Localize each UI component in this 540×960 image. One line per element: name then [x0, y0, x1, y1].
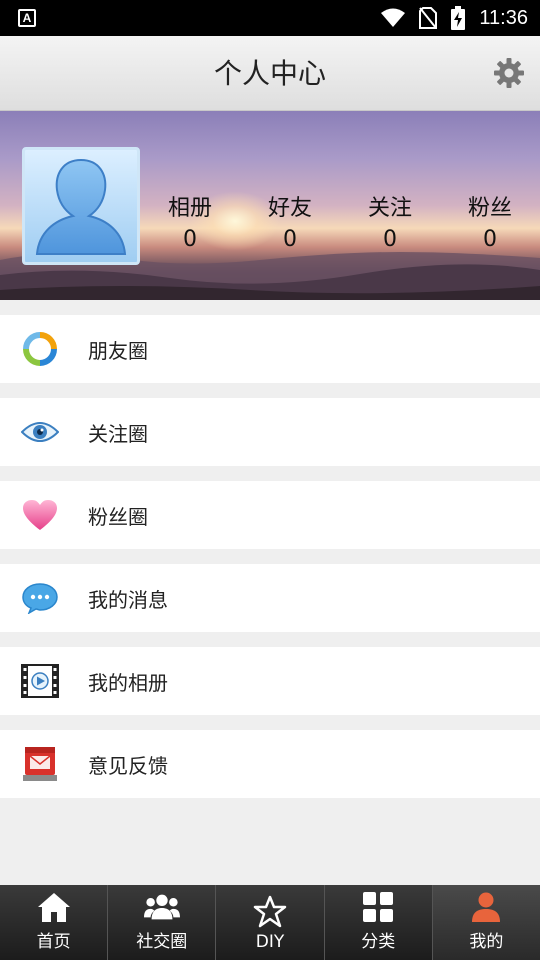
wifi-icon: [381, 8, 406, 27]
menu-label: 关注圈: [88, 421, 148, 446]
menu-label: 意见反馈: [88, 753, 168, 778]
menu-label: 粉丝圈: [88, 504, 148, 529]
stat-label: 相册: [167, 196, 212, 221]
heart-icon: [20, 495, 60, 535]
tab-label: 首页: [36, 932, 71, 952]
stat-label: 粉丝: [467, 196, 512, 221]
stat-value: 0: [483, 227, 497, 252]
status-left: A: [18, 9, 36, 27]
menu-item-my-messages[interactable]: 我的消息: [0, 564, 540, 632]
people-icon: [143, 889, 180, 925]
mailbox-icon: [20, 744, 60, 784]
stat-following[interactable]: 关注 0: [340, 193, 440, 263]
moments-ring-icon: [20, 329, 60, 369]
user-icon: [468, 889, 504, 925]
no-sim-icon: [419, 7, 438, 29]
status-bar: A 11:36: [0, 0, 540, 36]
bottom-tab-bar: 首页 社交圈 DIY 分类 我的: [0, 885, 540, 960]
stat-label: 关注: [367, 196, 412, 221]
stat-albums[interactable]: 相册 0: [140, 193, 240, 263]
app-header: 个人中心: [0, 36, 540, 111]
stat-value: 0: [283, 227, 297, 252]
stat-value: 0: [383, 227, 397, 252]
menu-label: 我的相册: [88, 670, 168, 695]
default-avatar-icon: [35, 158, 127, 255]
notification-badge: A: [18, 9, 36, 27]
tab-label: 社交圈: [136, 932, 188, 952]
tab-home[interactable]: 首页: [0, 885, 109, 960]
stat-label: 好友: [267, 196, 312, 221]
menu-list: 朋友圈 关注圈 粉丝圈 我的消息 我的相册 意见反馈: [0, 315, 540, 813]
profile-banner: 相册 0 好友 0 关注 0 粉丝 0: [0, 111, 540, 300]
tab-label: DIY: [255, 932, 285, 952]
stat-friends[interactable]: 好友 0: [240, 193, 340, 263]
menu-item-my-album[interactable]: 我的相册: [0, 647, 540, 715]
menu-item-fans-circle[interactable]: 粉丝圈: [0, 481, 540, 549]
menu-label: 我的消息: [88, 587, 168, 612]
home-icon: [36, 889, 72, 925]
page-title: 个人中心: [213, 57, 326, 90]
battery-charging-icon: [451, 6, 466, 30]
stat-value: 0: [183, 227, 197, 252]
profile-stats: 相册 0 好友 0 关注 0 粉丝 0: [140, 193, 540, 263]
status-right: 11:36: [381, 6, 528, 30]
film-play-icon: [20, 661, 60, 701]
eye-icon: [20, 412, 60, 452]
menu-label: 朋友圈: [88, 338, 148, 363]
star-outline-icon: [252, 894, 288, 930]
menu-item-feedback[interactable]: 意见反馈: [0, 730, 540, 798]
tab-social[interactable]: 社交圈: [108, 885, 217, 960]
tab-label: 分类: [361, 932, 396, 952]
menu-item-moments[interactable]: 朋友圈: [0, 315, 540, 383]
stat-fans[interactable]: 粉丝 0: [440, 193, 540, 263]
grid-icon: [360, 889, 396, 925]
tab-mine[interactable]: 我的: [432, 885, 540, 960]
menu-item-following-circle[interactable]: 关注圈: [0, 398, 540, 466]
tab-label: 我的: [469, 932, 504, 952]
tab-category[interactable]: 分类: [325, 885, 433, 960]
status-time: 11:36: [479, 6, 528, 29]
gear-icon[interactable]: [494, 58, 524, 88]
avatar[interactable]: [22, 147, 140, 265]
tab-diy[interactable]: DIY: [216, 885, 325, 960]
chat-bubble-icon: [20, 578, 60, 618]
